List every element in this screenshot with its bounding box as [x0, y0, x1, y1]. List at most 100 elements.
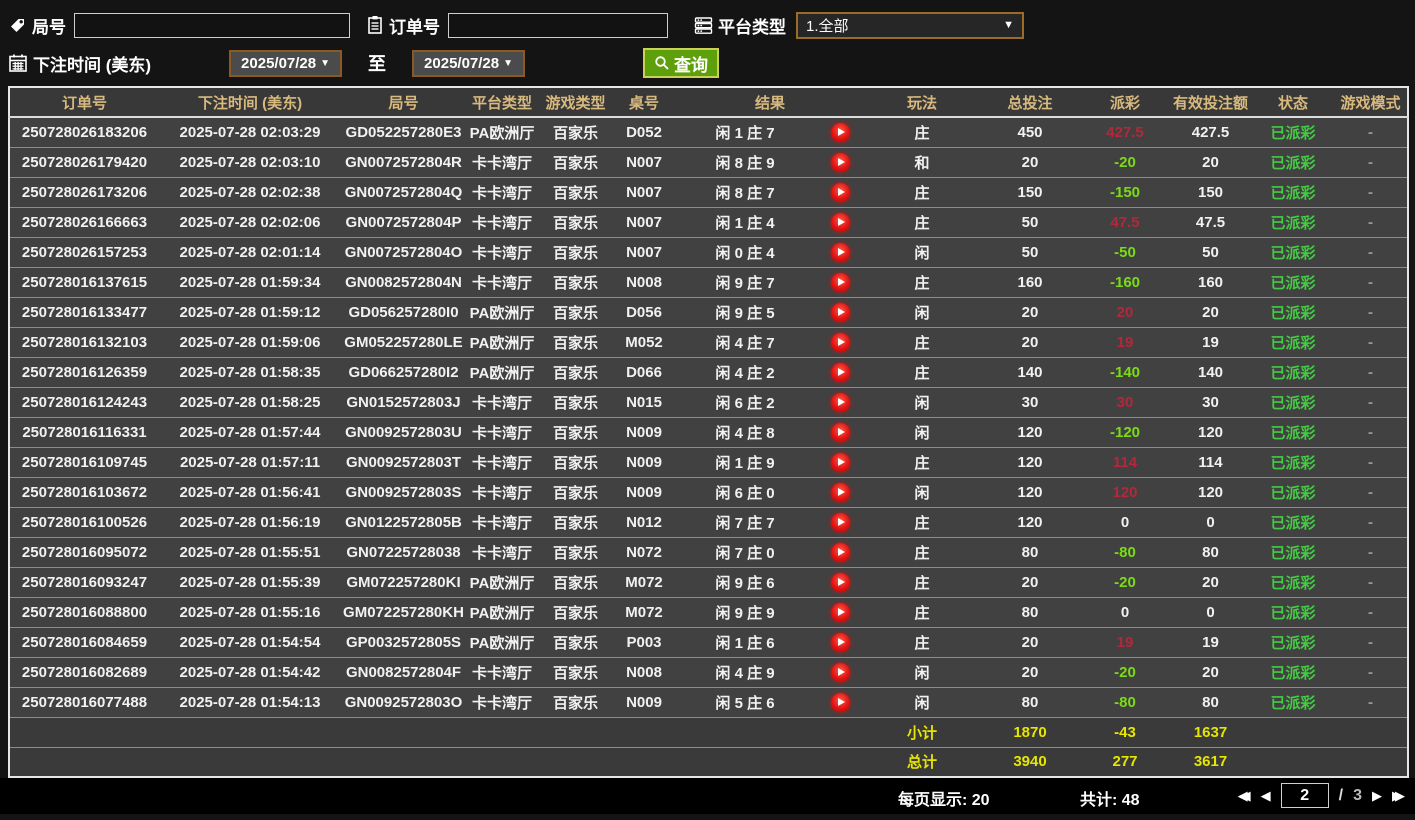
cell-replay: [815, 177, 866, 208]
cell-status: 已派彩: [1252, 297, 1335, 328]
play-icon[interactable]: [830, 482, 850, 502]
cell-total-bet: 20: [979, 297, 1082, 328]
cell-game-no: GN0072572804Q: [341, 177, 466, 208]
cell-total-bet: 120: [979, 507, 1082, 538]
cell-order-id: 250728026166663: [9, 207, 159, 238]
subtotal-valid-bet: 1637: [1169, 717, 1253, 748]
cell-valid-bet: 20: [1169, 567, 1253, 598]
play-icon[interactable]: [830, 122, 850, 142]
play-icon[interactable]: [830, 302, 850, 322]
filter-bar: 局号 订单号 平台类型 1.全部 ▼ 下注时间 (美东) 2025/07/28 …: [0, 0, 1415, 86]
play-icon[interactable]: [830, 542, 850, 562]
bet-time-label: 下注时间 (美东): [33, 55, 152, 75]
cell-status: 已派彩: [1252, 567, 1335, 598]
cell-game-no: GP0032572805S: [341, 627, 466, 658]
page-separator: /: [1338, 786, 1344, 804]
play-icon[interactable]: [830, 182, 850, 202]
table-row: 250728026183206 2025-07-28 02:03:29 GD05…: [9, 117, 1409, 148]
cell-total-bet: 20: [979, 327, 1082, 358]
cell-total-bet: 120: [979, 477, 1082, 508]
cell-play: 庄: [865, 177, 980, 208]
cell-replay: [815, 657, 866, 688]
cell-table-no: N009: [613, 417, 675, 448]
next-page-button[interactable]: ▶: [1372, 788, 1382, 804]
cell-status: 已派彩: [1252, 327, 1335, 358]
cell-payout: 19: [1081, 627, 1170, 658]
play-icon[interactable]: [830, 332, 850, 352]
play-icon[interactable]: [830, 392, 850, 412]
page-input[interactable]: [1280, 783, 1329, 808]
cell-game-type: 百家乐: [538, 177, 613, 208]
cell-game-type: 百家乐: [538, 357, 613, 388]
date-from-picker[interactable]: 2025/07/28 ▼: [229, 49, 343, 77]
play-icon[interactable]: [830, 152, 850, 172]
cell-mode: -: [1334, 267, 1409, 298]
cell-mode: -: [1334, 507, 1409, 538]
cell-status: 已派彩: [1252, 597, 1335, 628]
cell-total-bet: 20: [979, 657, 1082, 688]
cell-platform: 卡卡湾厅: [466, 417, 538, 448]
cell-payout: -20: [1081, 657, 1170, 688]
cell-order-id: 250728026173206: [9, 177, 159, 208]
cell-bet-time: 2025-07-28 01:54:42: [159, 657, 341, 688]
play-icon[interactable]: [830, 512, 850, 532]
table-row: 250728026179420 2025-07-28 02:03:10 GN00…: [9, 147, 1409, 178]
cell-mode: -: [1334, 177, 1409, 208]
cell-total-bet: 30: [979, 387, 1082, 418]
cell-order-id: 250728016116331: [9, 417, 159, 448]
cell-platform: PA欧洲厅: [466, 327, 538, 358]
play-icon[interactable]: [830, 602, 850, 622]
play-icon[interactable]: [830, 662, 850, 682]
cell-status: 已派彩: [1252, 417, 1335, 448]
cell-table-no: M072: [613, 567, 675, 598]
cell-valid-bet: 20: [1169, 657, 1253, 688]
play-icon[interactable]: [830, 452, 850, 472]
game-no-input[interactable]: [74, 12, 350, 38]
col-mode: 游戏模式: [1334, 87, 1409, 118]
first-page-button[interactable]: ◀◀: [1238, 788, 1251, 804]
last-page-button[interactable]: ▶▶: [1392, 788, 1405, 804]
query-button[interactable]: 查询: [643, 48, 720, 78]
cell-total-bet: 150: [979, 177, 1082, 208]
play-icon[interactable]: [830, 212, 850, 232]
cell-mode: -: [1334, 627, 1409, 658]
play-icon[interactable]: [830, 632, 850, 652]
play-icon[interactable]: [830, 422, 850, 442]
cell-order-id: 250728016088800: [9, 597, 159, 628]
prev-page-button[interactable]: ◀: [1261, 788, 1271, 804]
cell-bet-time: 2025-07-28 02:02:38: [159, 177, 341, 208]
cell-play: 庄: [865, 627, 980, 658]
date-to-picker[interactable]: 2025/07/28 ▼: [412, 49, 526, 77]
cell-order-id: 250728016077488: [9, 687, 159, 718]
cell-payout: 114: [1081, 447, 1170, 478]
cell-game-type: 百家乐: [538, 597, 613, 628]
play-icon[interactable]: [830, 362, 850, 382]
cell-order-id: 250728026157253: [9, 237, 159, 268]
platform-select-value: 1.全部: [806, 17, 849, 35]
cell-result: 闲 9 庄 5: [675, 297, 815, 328]
cell-game-no: GN0092572803T: [341, 447, 466, 478]
cell-status: 已派彩: [1252, 627, 1335, 658]
cell-replay: [815, 147, 866, 178]
cell-table-no: D052: [613, 117, 675, 148]
cell-play: 闲: [865, 237, 980, 268]
platform-select[interactable]: 1.全部 ▼: [796, 11, 1024, 39]
cell-platform: PA欧洲厅: [466, 627, 538, 658]
cell-replay: [815, 627, 866, 658]
cell-replay: [815, 507, 866, 538]
cell-mode: -: [1334, 477, 1409, 508]
table-row: 250728016088800 2025-07-28 01:55:16 GM07…: [9, 597, 1409, 628]
total-payout: 277: [1081, 747, 1170, 778]
cell-game-type: 百家乐: [538, 297, 613, 328]
play-icon[interactable]: [830, 272, 850, 292]
play-icon[interactable]: [830, 242, 850, 262]
play-icon[interactable]: [830, 572, 850, 592]
cell-result: 闲 1 庄 9: [675, 447, 815, 478]
play-icon[interactable]: [830, 692, 850, 712]
cell-platform: 卡卡湾厅: [466, 657, 538, 688]
cell-payout: -80: [1081, 687, 1170, 718]
cell-table-no: M072: [613, 597, 675, 628]
cell-status: 已派彩: [1252, 657, 1335, 688]
cell-bet-time: 2025-07-28 01:55:16: [159, 597, 341, 628]
order-no-input[interactable]: [448, 12, 668, 38]
